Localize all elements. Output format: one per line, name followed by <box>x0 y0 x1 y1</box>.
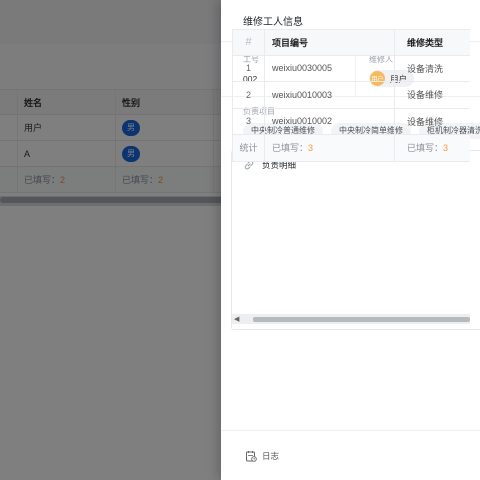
repair-worker-drawer: 维修工人信息 工号 002 维修人 用户 用户 负责项目 中央制冷普通维修 中央… <box>221 0 480 480</box>
scroll-left-icon[interactable]: ◀ <box>234 315 239 323</box>
row-index: 1 <box>232 55 265 81</box>
table-row[interactable]: 3 weixiu0010002 设备维修 <box>232 108 470 135</box>
column-header-repair-type[interactable]: 维修类型 <box>395 30 470 55</box>
filled-count: 3 <box>308 142 314 153</box>
row-index: 2 <box>232 82 265 108</box>
detail-header-row: # 项目编号 维修类型 <box>232 29 470 56</box>
type-filled-summary: 已填写： 3 <box>395 135 470 161</box>
detail-card: 负责明细 <box>231 150 480 330</box>
filled-label: 已填写： <box>272 143 309 154</box>
project-code-cell[interactable]: weixiu0030005 <box>265 55 395 81</box>
detail-scrollbar-thumb[interactable] <box>253 317 470 322</box>
project-code-cell[interactable]: weixiu0010003 <box>265 82 395 108</box>
drawer-footer: 日志 <box>221 430 480 480</box>
column-header-index: # <box>232 30 265 55</box>
project-filled-summary: 已填写： 3 <box>265 135 395 161</box>
repair-type-cell[interactable]: 设备维修 <box>395 82 470 108</box>
table-row[interactable]: 2 weixiu0010003 设备维修 <box>232 82 470 109</box>
repair-type-cell[interactable]: 设备清洗 <box>395 56 470 82</box>
summary-label: 统计 <box>232 135 265 161</box>
filled-label: 已填写： <box>407 143 444 154</box>
repair-type-cell[interactable]: 设备维修 <box>395 109 470 135</box>
project-code-cell[interactable]: weixiu0010002 <box>265 108 395 134</box>
detail-table: # 项目编号 维修类型 1 weixiu0030005 设备清洗 2 weixi… <box>232 29 470 162</box>
table-row[interactable]: 1 weixiu0030005 设备清洗 <box>232 55 470 82</box>
filled-count: 3 <box>443 142 449 153</box>
log-label[interactable]: 日志 <box>262 450 279 462</box>
log-icon[interactable] <box>245 450 257 462</box>
column-header-project-code[interactable]: 项目编号 <box>265 30 395 55</box>
row-index: 3 <box>232 108 265 134</box>
detail-footer-row: 统计 已填写： 3 已填写： 3 <box>232 135 470 162</box>
